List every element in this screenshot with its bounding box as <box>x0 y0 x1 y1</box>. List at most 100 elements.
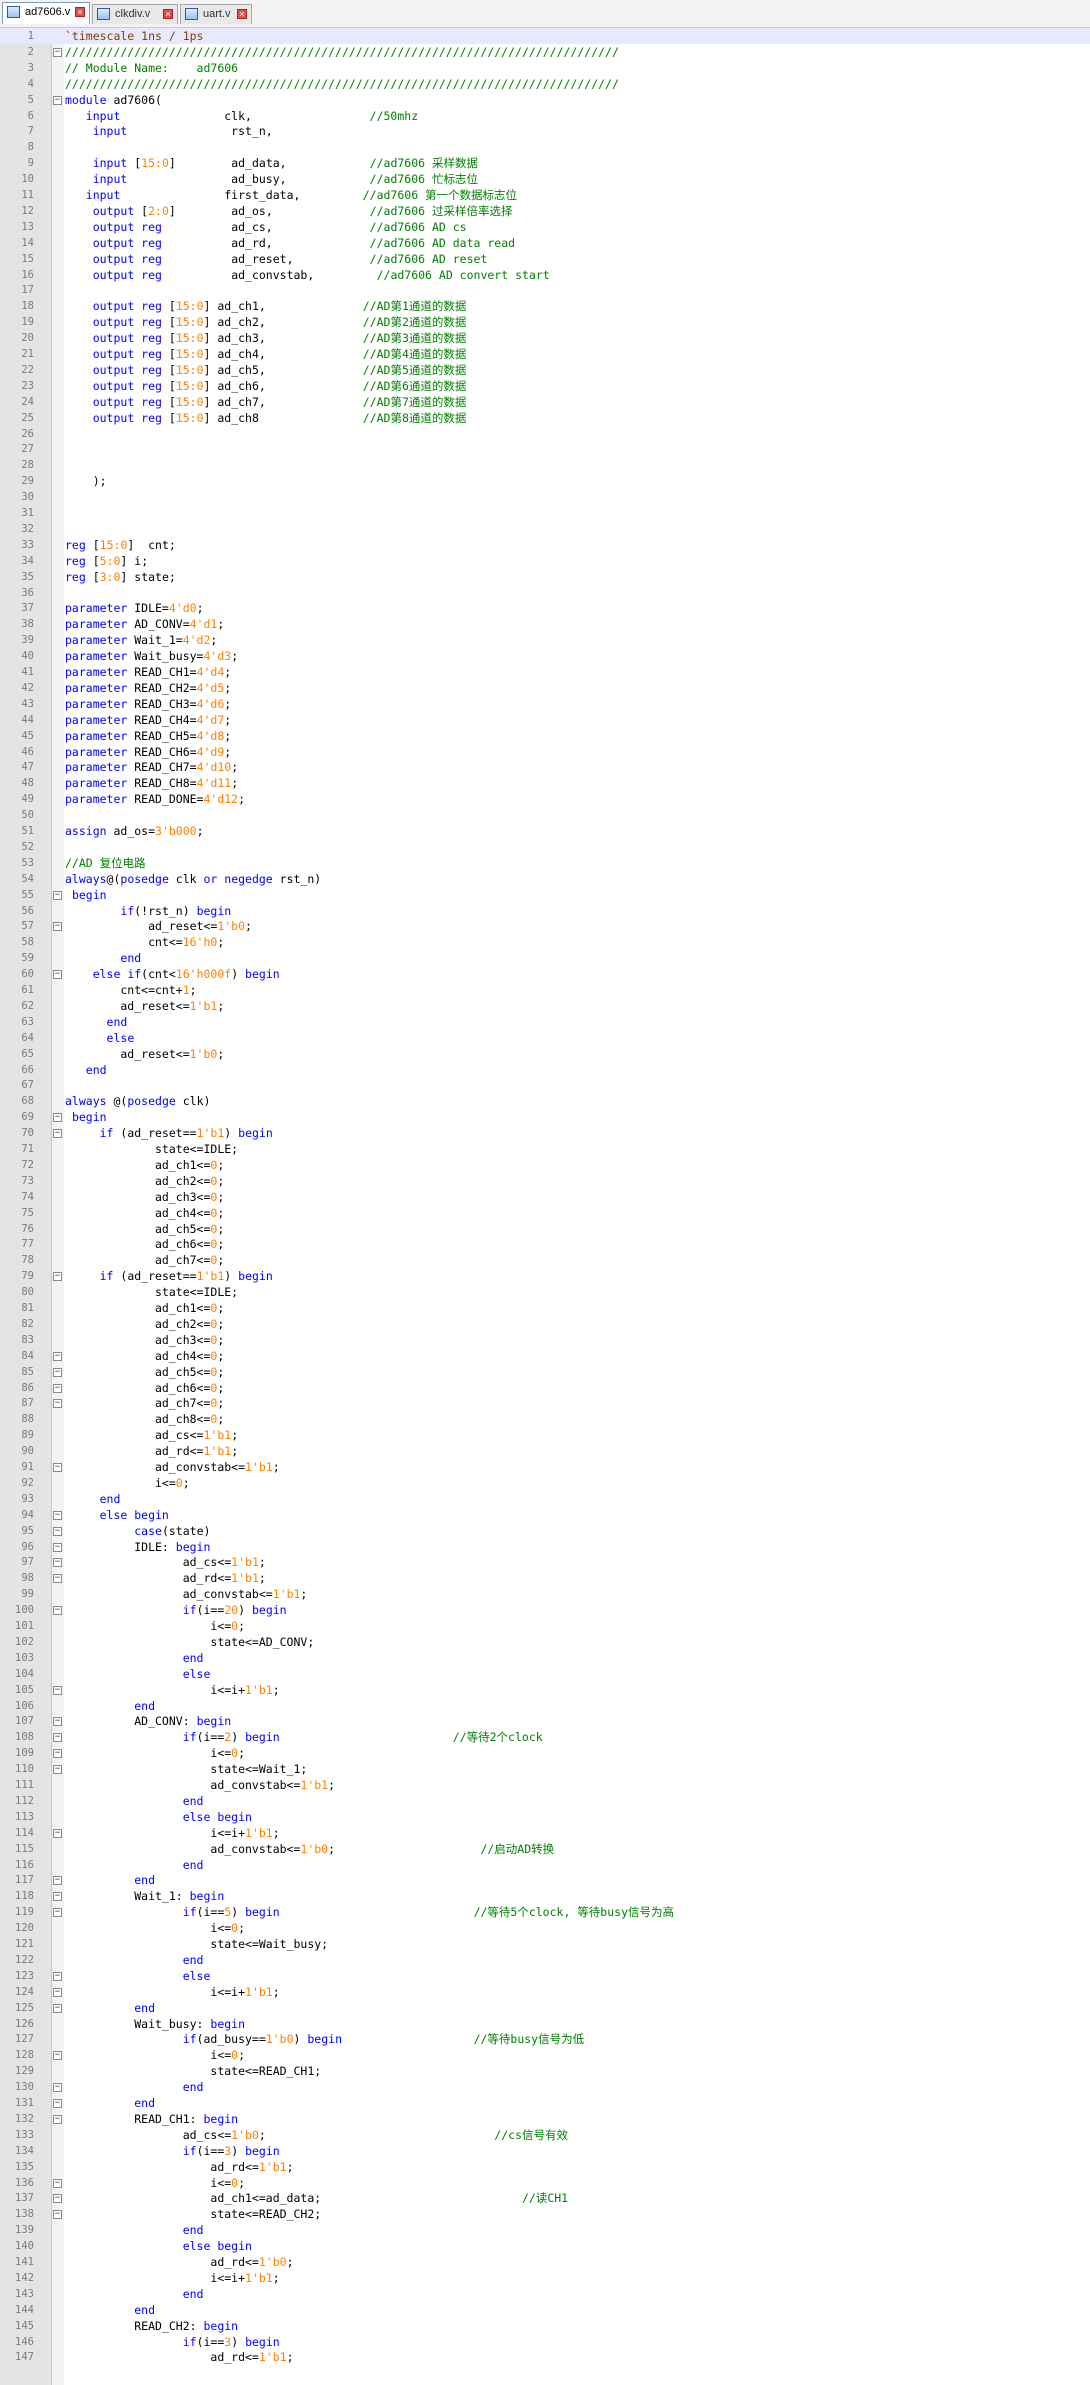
code-line[interactable]: 30 <box>0 489 1090 505</box>
code-line[interactable]: 104 else <box>0 1666 1090 1682</box>
fold-toggle-icon[interactable]: − <box>53 1113 62 1123</box>
code-line[interactable]: 46 parameter READ_CH6=4'd9; <box>0 744 1090 760</box>
code-line[interactable]: 85 − ad_ch5<=0; <box>0 1364 1090 1380</box>
code-line[interactable]: 10 input ad_busy, //ad7606 忙标志位 <box>0 171 1090 187</box>
fold-toggle-icon[interactable]: − <box>53 2194 62 2204</box>
code-line[interactable]: 68 always @(posedge clk) <box>0 1093 1090 1109</box>
code-line[interactable]: 48 parameter READ_CH8=4'd11; <box>0 775 1090 791</box>
code-line[interactable]: 9 input [15:0] ad_data, //ad7606 采样数据 <box>0 155 1090 171</box>
code-line[interactable]: 122 end <box>0 1952 1090 1968</box>
code-line[interactable]: 35 reg [3:0] state; <box>0 569 1090 585</box>
code-line[interactable]: 41 parameter READ_CH1=4'd4; <box>0 664 1090 680</box>
tab-uart[interactable]: uart.v × <box>180 4 252 24</box>
code-line[interactable]: 131 − end <box>0 2095 1090 2111</box>
code-line[interactable]: 53 //AD 复位电路 <box>0 855 1090 871</box>
fold-toggle-icon[interactable]: − <box>53 1510 62 1520</box>
code-line[interactable]: 47 parameter READ_CH7=4'd10; <box>0 759 1090 775</box>
code-line[interactable]: 145 READ_CH2: begin <box>0 2318 1090 2334</box>
code-line[interactable]: 129 state<=READ_CH1; <box>0 2063 1090 2079</box>
fold-toggle-icon[interactable]: − <box>53 2083 62 2093</box>
code-line[interactable]: 133 ad_cs<=1'b0; //cs信号有效 <box>0 2127 1090 2143</box>
fold-toggle-icon[interactable]: − <box>53 1892 62 1902</box>
code-line[interactable]: 19 output reg [15:0] ad_ch2, //AD第2通道的数据 <box>0 314 1090 330</box>
code-line[interactable]: 94 − else begin <box>0 1507 1090 1523</box>
code-line[interactable]: 29 ); <box>0 473 1090 489</box>
fold-toggle-icon[interactable]: − <box>53 2099 62 2108</box>
code-line[interactable]: 40 parameter Wait_busy=4'd3; <box>0 648 1090 664</box>
code-line[interactable]: 98 − ad_rd<=1'b1; <box>0 1570 1090 1586</box>
code-line[interactable]: 81 ad_ch1<=0; <box>0 1300 1090 1316</box>
code-line[interactable]: 70 − if (ad_reset==1'b1) begin <box>0 1125 1090 1141</box>
fold-toggle-icon[interactable]: − <box>53 1526 62 1536</box>
code-line[interactable]: 4 ///////////////////////////////////////… <box>0 76 1090 92</box>
code-line[interactable]: 55 − begin <box>0 887 1090 903</box>
code-line[interactable]: 115 ad_convstab<=1'b0; //启动AD转换 <box>0 1841 1090 1857</box>
code-line[interactable]: 96 − IDLE: begin <box>0 1539 1090 1555</box>
code-line[interactable]: 66 end <box>0 1062 1090 1078</box>
code-line[interactable]: 69 − begin <box>0 1109 1090 1125</box>
code-line[interactable]: 76 ad_ch5<=0; <box>0 1221 1090 1237</box>
code-line[interactable]: 3 // Module Name: ad7606 <box>0 60 1090 76</box>
code-line[interactable]: 125 − end <box>0 2000 1090 2016</box>
code-line[interactable]: 135 ad_rd<=1'b1; <box>0 2159 1090 2175</box>
code-line[interactable]: 78 ad_ch7<=0; <box>0 1252 1090 1268</box>
fold-toggle-icon[interactable]: − <box>53 970 62 980</box>
fold-toggle-icon[interactable]: − <box>53 1717 62 1727</box>
close-icon[interactable]: × <box>163 9 173 19</box>
code-line[interactable]: 16 output reg ad_convstab, //ad7606 AD c… <box>0 267 1090 283</box>
code-line[interactable]: 73 ad_ch2<=0; <box>0 1173 1090 1189</box>
code-line[interactable]: 127 if(ad_busy==1'b0) begin //等待busy信号为低 <box>0 2031 1090 2047</box>
fold-toggle-icon[interactable]: − <box>53 1733 62 1743</box>
code-line[interactable]: 65 ad_reset<=1'b0; <box>0 1046 1090 1062</box>
code-line[interactable]: 38 parameter AD_CONV=4'd1; <box>0 616 1090 632</box>
code-line[interactable]: 44 parameter READ_CH4=4'd7; <box>0 712 1090 728</box>
code-line[interactable]: 95 − case(state) <box>0 1523 1090 1539</box>
code-line[interactable]: 142 i<=i+1'b1; <box>0 2270 1090 2286</box>
code-line[interactable]: 21 output reg [15:0] ad_ch4, //AD第4通道的数据 <box>0 346 1090 362</box>
code-line[interactable]: 36 <box>0 585 1090 601</box>
code-line[interactable]: 1 `timescale 1ns / 1ps <box>0 28 1090 44</box>
code-line[interactable]: 39 parameter Wait_1=4'd2; <box>0 632 1090 648</box>
code-line[interactable]: 123 − else <box>0 1968 1090 1984</box>
code-line[interactable]: 43 parameter READ_CH3=4'd6; <box>0 696 1090 712</box>
code-line[interactable]: 107 − AD_CONV: begin <box>0 1713 1090 1729</box>
fold-toggle-icon[interactable]: − <box>53 1876 62 1886</box>
code-line[interactable]: 17 <box>0 282 1090 298</box>
code-line[interactable]: 105 − i<=i+1'b1; <box>0 1682 1090 1698</box>
fold-toggle-icon[interactable]: − <box>53 95 62 105</box>
code-line[interactable]: 80 state<=IDLE; <box>0 1284 1090 1300</box>
code-line[interactable]: 56 if(!rst_n) begin <box>0 903 1090 919</box>
code-line[interactable]: 57 − ad_reset<=1'b0; <box>0 918 1090 934</box>
code-editor[interactable]: 1 `timescale 1ns / 1ps 2−/////////////////… <box>0 28 1090 2385</box>
tab-clkdiv[interactable]: clkdiv.v × <box>92 4 178 24</box>
code-line[interactable]: 45 parameter READ_CH5=4'd8; <box>0 728 1090 744</box>
code-line[interactable]: 147 ad_rd<=1'b1; <box>0 2349 1090 2365</box>
code-line[interactable]: 83 ad_ch3<=0; <box>0 1332 1090 1348</box>
code-line[interactable]: 7 input rst_n, <box>0 123 1090 139</box>
code-line[interactable]: 109 − i<=0; <box>0 1745 1090 1761</box>
code-line[interactable]: 92 i<=0; <box>0 1475 1090 1491</box>
close-icon[interactable]: × <box>237 9 247 19</box>
code-line[interactable]: 132 − READ_CH1: begin <box>0 2111 1090 2127</box>
code-line[interactable]: 37 parameter IDLE=4'd0; <box>0 600 1090 616</box>
code-line[interactable]: 140 else begin <box>0 2238 1090 2254</box>
code-line[interactable]: 59 end <box>0 950 1090 966</box>
code-line[interactable]: 12 output [2:0] ad_os, //ad7606 过采样倍率选择 <box>0 203 1090 219</box>
fold-toggle-icon[interactable]: − <box>53 1574 62 1584</box>
code-line[interactable]: 72 ad_ch1<=0; <box>0 1157 1090 1173</box>
fold-toggle-icon[interactable]: − <box>53 1399 62 1409</box>
code-line[interactable]: 118 − Wait_1: begin <box>0 1888 1090 1904</box>
fold-toggle-icon[interactable]: − <box>53 1367 62 1377</box>
code-line[interactable]: 141 ad_rd<=1'b0; <box>0 2254 1090 2270</box>
code-line[interactable]: 90 ad_rd<=1'b1; <box>0 1443 1090 1459</box>
code-line[interactable]: 102 state<=AD_CONV; <box>0 1634 1090 1650</box>
code-line[interactable]: 101 i<=0; <box>0 1618 1090 1634</box>
fold-toggle-icon[interactable]: − <box>53 1558 62 1568</box>
code-line[interactable]: 89 ad_cs<=1'b1; <box>0 1427 1090 1443</box>
code-line[interactable]: 116 end <box>0 1857 1090 1873</box>
close-icon[interactable]: × <box>75 7 85 17</box>
code-line[interactable]: 28 <box>0 457 1090 473</box>
fold-toggle-icon[interactable]: − <box>53 1828 62 1838</box>
code-line[interactable]: 139 end <box>0 2222 1090 2238</box>
code-line[interactable]: 15 output reg ad_reset, //ad7606 AD rese… <box>0 251 1090 267</box>
